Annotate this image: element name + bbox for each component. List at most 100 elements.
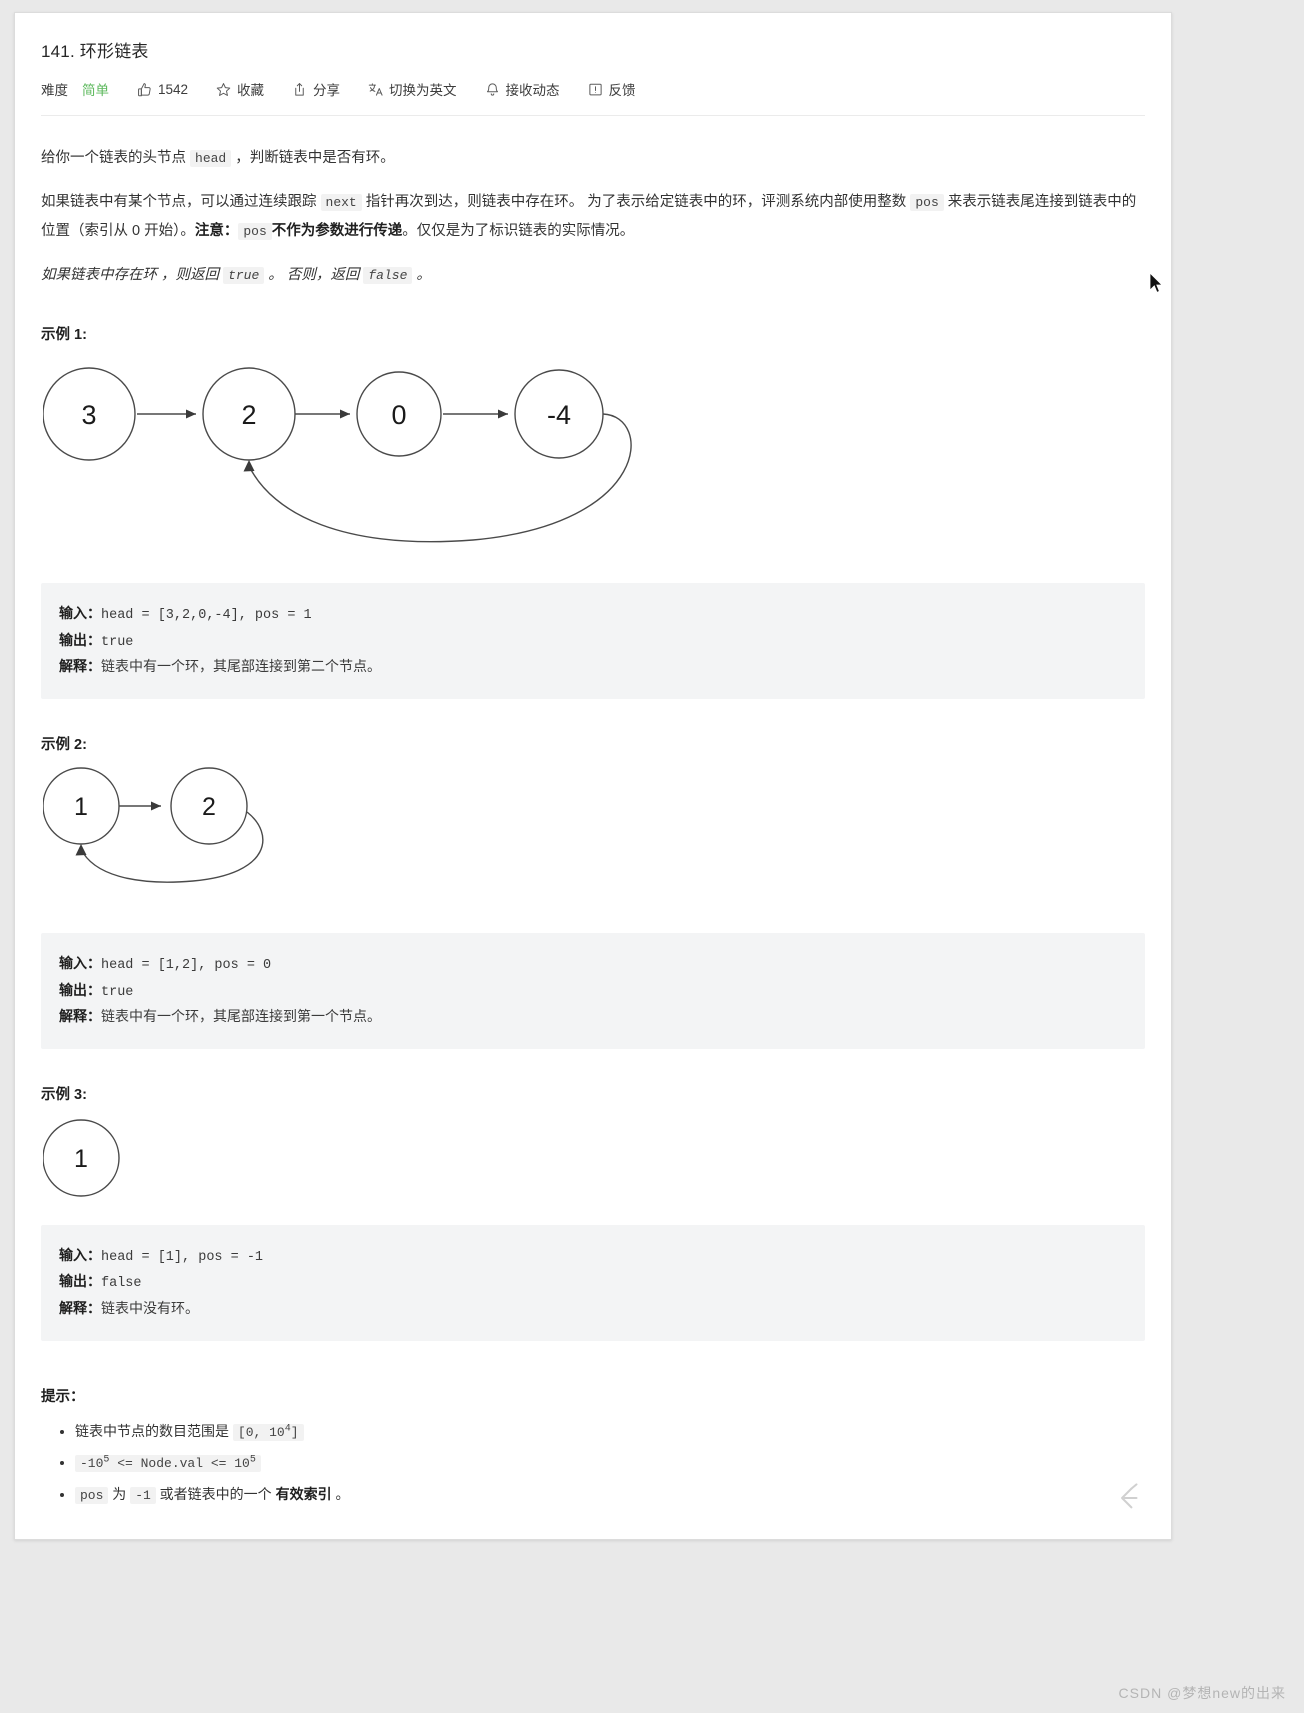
description-paragraph-1: 给你一个链表的头节点 head ，判断链表中是否有环。 (41, 144, 1145, 172)
code-true: true (223, 266, 265, 284)
desc-p3-c: 。 (412, 266, 431, 283)
example-1-output-label: 输出： (59, 631, 101, 648)
example-3-output-label: 输出： (59, 1273, 101, 1290)
favorite-button[interactable]: 收藏 (216, 79, 264, 99)
star-icon (216, 82, 231, 97)
hint-3-bold: 有效索引 (275, 1485, 332, 1502)
linked-list-diagram-2: 1 2 (42, 767, 264, 883)
example-3-label: 示例 3: (41, 1086, 87, 1103)
hint-item-2: -105 <= Node.val <= 105 (75, 1447, 1145, 1479)
node-value: 1 (74, 793, 88, 821)
like-button[interactable]: 1542 (137, 82, 188, 97)
example-2-output-label: 输出： (59, 981, 101, 998)
node-value: 3 (81, 400, 96, 430)
feedback-button[interactable]: 反馈 (588, 79, 636, 99)
hint-2-sup-2: 5 (249, 1454, 256, 1466)
feedback-label: 反馈 (608, 83, 636, 98)
example-3-explain-label: 解释： (59, 1300, 101, 1317)
csdn-watermark: CSDN @梦想new的出来 (1118, 1685, 1286, 1701)
example-1-input-value: head = [3,2,0,-4], pos = 1 (101, 608, 312, 624)
difficulty-value: 简单 (82, 83, 109, 98)
translate-icon (368, 82, 383, 97)
code-pos-2: pos (238, 222, 272, 240)
like-count: 1542 (158, 81, 189, 97)
example-3-code: 输入：head = [1], pos = -1 输出：false 解释：链表中没… (41, 1224, 1145, 1341)
description-paragraph-2: 如果链表中有某个节点，可以通过连续跟踪 next 指针再次到达，则链表中存在环。… (41, 188, 1145, 245)
example-1-input-label: 输入： (59, 605, 101, 622)
flag-icon (588, 82, 603, 97)
favorite-label: 收藏 (237, 83, 265, 98)
example-2-input-label: 输入： (59, 954, 101, 971)
hint-3-c: 。 (331, 1485, 350, 1502)
hint-item-1: 链表中节点的数目范围是 [0, 104] (75, 1416, 1145, 1448)
hint-2-code-b: <= Node.val <= 10 (109, 1456, 250, 1472)
code-head: head (190, 150, 232, 167)
hint-3-b: 或者链表中的一个 (155, 1485, 276, 1502)
example-2-explain-value: 链表中有一个环，其尾部连接到第一个节点。 (101, 1008, 381, 1025)
example-1-output-value: true (101, 634, 134, 650)
hint-1-code-b: ] (290, 1424, 299, 1440)
leetcode-logo-icon (1121, 1483, 1138, 1509)
desc-p1-b: ，判断链表中是否有环。 (231, 150, 395, 166)
desc-note-label: 注意： (194, 222, 239, 239)
hint-3-code-pos: pos (75, 1486, 109, 1504)
share-button[interactable]: 分享 (292, 79, 340, 99)
node-value: 1 (74, 1145, 88, 1173)
hints-title: 提示： (41, 1388, 85, 1405)
node-value: 0 (391, 400, 406, 430)
example-1-label: 示例 1: (41, 327, 87, 344)
example-1-explain-label: 解释： (59, 658, 101, 675)
difficulty-badge: 难度 简单 (41, 79, 109, 99)
example-2-input-value: head = [1,2], pos = 0 (101, 957, 272, 973)
hint-2-code: -105 <= Node.val <= 105 (75, 1454, 261, 1473)
hint-3-a: 为 (108, 1485, 131, 1502)
thumbs-up-icon (137, 82, 152, 97)
node-value: -4 (547, 400, 571, 430)
example-2-output-value: true (101, 984, 134, 1000)
bell-icon (485, 82, 500, 97)
switch-language-button[interactable]: 切换为英文 (368, 79, 457, 99)
difficulty-label: 难度 (41, 83, 68, 98)
share-icon (292, 82, 307, 97)
example-3-output-value: false (101, 1276, 142, 1292)
problem-meta-row: 难度 简单 1542 收藏 分享 切换为英文 接收动态 反馈 (41, 79, 1145, 99)
switch-language-label: 切换为英文 (389, 83, 457, 98)
desc-p1-a: 给你一个链表的头节点 (41, 150, 191, 166)
desc-p2-b: 指针再次到达，则链表中存在环。 为了表示给定链表中的环，评测系统内部使用整数 (361, 194, 911, 211)
linked-list-diagram-3: 1 (42, 1119, 120, 1197)
example-1-diagram: 3 2 0 -4 (42, 354, 1145, 569)
code-pos-1: pos (910, 194, 944, 212)
desc-p2-d: 。仅仅是为了标识链表的实际情况。 (402, 222, 635, 239)
problem-card: 141. 环形链表 难度 简单 1542 收藏 分享 切换为英文 接收动态 反馈… (14, 12, 1172, 1540)
hint-1-code: [0, 104] (232, 1423, 304, 1441)
problem-description: 给你一个链表的头节点 head ，判断链表中是否有环。 如果链表中有某个节点，可… (41, 116, 1145, 289)
desc-p2-a: 如果链表中有某个节点，可以通过连续跟踪 (41, 194, 321, 211)
page-root: 141. 环形链表 难度 简单 1542 收藏 分享 切换为英文 接收动态 反馈… (0, 0, 1304, 1713)
example-3-diagram: 1 (42, 1114, 1145, 1211)
node-value: 2 (241, 400, 256, 430)
description-paragraph-3: 如果链表中存在环 ，则返回 true 。 否则，返回 false 。 (41, 261, 1145, 289)
node-value: 2 (202, 793, 216, 821)
example-2-explain-label: 解释： (59, 1008, 101, 1025)
linked-list-diagram-1: 3 2 0 -4 (42, 367, 632, 543)
hints-list: 链表中节点的数目范围是 [0, 104] -10 5 <= Node.val <=… (41, 1416, 1145, 1511)
example-3-explain-value: 链表中没有环。 (101, 1300, 199, 1317)
hint-1-text: 链表中节点的数目范围是 (75, 1422, 233, 1439)
hint-2-code-a: -10 (80, 1456, 104, 1472)
example-2-label: 示例 2: (41, 736, 87, 753)
share-label: 分享 (313, 83, 341, 98)
example-1-code: 输入：head = [3,2,0,-4], pos = 1 输出：true 解释… (41, 583, 1145, 699)
example-3-input-label: 输入： (59, 1246, 101, 1263)
desc-note-bold: 不作为参数进行传递 (271, 222, 403, 239)
code-next: next (320, 194, 362, 212)
subscribe-button[interactable]: 接收动态 (485, 79, 560, 99)
subscribe-label: 接收动态 (505, 83, 560, 98)
code-false: false (363, 266, 413, 284)
example-2-code: 输入：head = [1,2], pos = 0 输出：true 解释：链表中有… (41, 932, 1145, 1049)
hint-3-code-minus1: -1 (130, 1486, 156, 1504)
hint-1-code-a: [0, 10 (237, 1424, 285, 1440)
hint-item-3: pos 为 -1 或者链表中的一个 有效索引 。 (75, 1479, 1145, 1511)
page-title: 141. 环形链表 (41, 42, 149, 61)
desc-p3-b: 。 否则，返回 (264, 266, 364, 283)
example-3-input-value: head = [1], pos = -1 (101, 1249, 264, 1265)
